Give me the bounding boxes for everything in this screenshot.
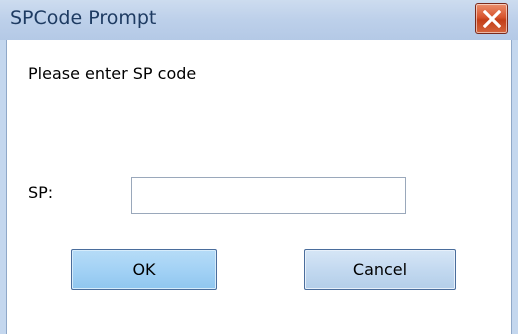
title-bar[interactable]: SPCode Prompt: [0, 0, 518, 40]
close-button[interactable]: [475, 3, 508, 34]
sp-code-input[interactable]: [131, 177, 406, 214]
cancel-button[interactable]: Cancel: [304, 249, 456, 290]
close-icon: [483, 10, 501, 28]
dialog-window: SPCode Prompt Please enter SP code SP: O…: [0, 0, 518, 334]
dialog-title: SPCode Prompt: [10, 7, 157, 29]
ok-button[interactable]: OK: [71, 249, 217, 290]
sp-label: SP:: [28, 183, 54, 202]
instruction-text: Please enter SP code: [28, 64, 197, 83]
